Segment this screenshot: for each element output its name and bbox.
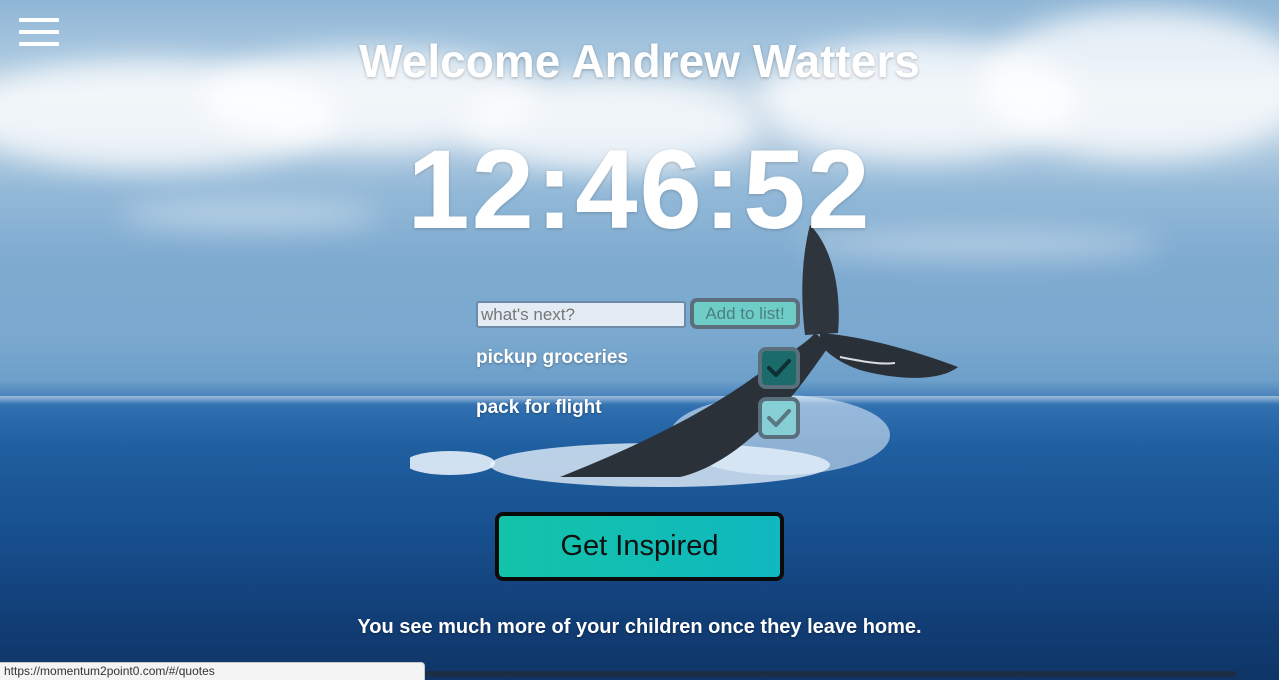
quote-text: You see much more of your children once … xyxy=(357,616,922,638)
get-inspired-button[interactable]: Get Inspired xyxy=(495,512,784,581)
todo-item-label: pack for flight xyxy=(476,397,602,418)
horizontal-scrollbar[interactable] xyxy=(425,671,1237,677)
todo-checkbox[interactable] xyxy=(758,347,800,389)
todo-input[interactable] xyxy=(476,301,686,328)
status-bar-url: https://momentum2point0.com/#/quotes xyxy=(0,662,425,680)
add-to-list-button[interactable]: Add to list! xyxy=(690,298,800,329)
todo-item-label: pickup groceries xyxy=(476,347,629,368)
todo-checkbox[interactable] xyxy=(758,397,800,439)
clock-display: 12:46:52 xyxy=(407,127,872,252)
menu-bar xyxy=(19,18,59,22)
checkmark-icon xyxy=(767,409,791,427)
welcome-heading: Welcome Andrew Watters xyxy=(359,35,920,87)
checkmark-icon xyxy=(767,359,791,377)
